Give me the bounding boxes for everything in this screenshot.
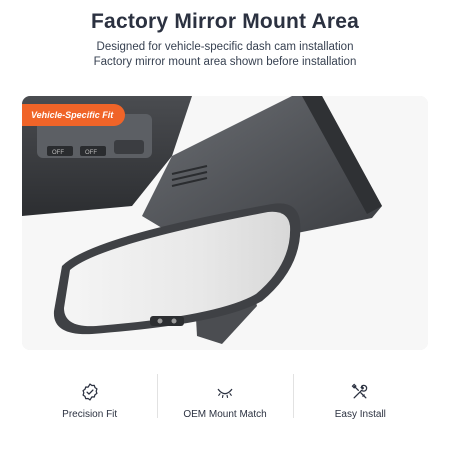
subtitle: Designed for vehicle-specific dash cam i… [0, 40, 450, 70]
feature-label: Precision Fit [62, 409, 118, 420]
badge-check-icon [82, 383, 98, 401]
mount-arc-icon [217, 388, 233, 398]
mirror-mount-photo: OFF OFF [22, 96, 428, 350]
feature-label: Easy Install [334, 409, 386, 420]
subtitle-line-1: Designed for vehicle-specific dash cam i… [96, 41, 354, 53]
feature-list: Precision Fit OEM Mount Match Easy Insta… [22, 374, 428, 420]
feature-item: Precision Fit [22, 374, 157, 420]
header: Factory Mirror Mount Area Designed for v… [0, 10, 450, 70]
console-button-label: OFF [85, 150, 97, 156]
vehicle-fit-badge: Vehicle-Specific Fit [22, 104, 126, 126]
tools-icon [351, 383, 368, 399]
feature-item: OEM Mount Match [157, 374, 292, 420]
mirror-mount-illustration: OFF OFF [22, 96, 428, 350]
page-title: Factory Mirror Mount Area [91, 10, 359, 33]
subtitle-line-2: Factory mirror mount area shown before i… [93, 56, 357, 68]
console-button-label: OFF [52, 150, 64, 156]
feature-label: OEM Mount Match [183, 409, 267, 420]
feature-item: Easy Install [292, 374, 428, 420]
